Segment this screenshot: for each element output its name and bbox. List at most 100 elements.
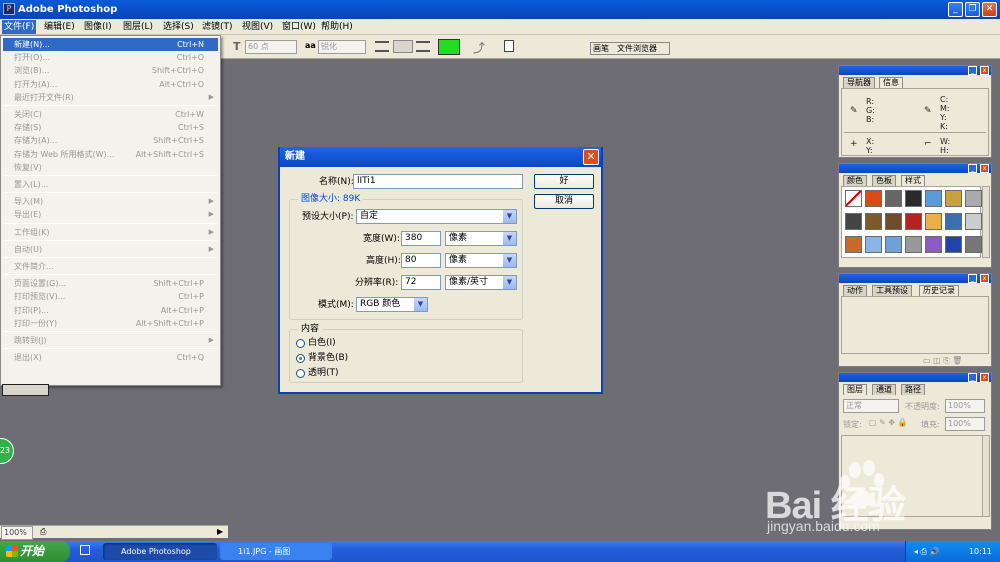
style-swatch[interactable] — [965, 236, 982, 253]
file-menu-item[interactable]: 存储为(A)... Shift+Ctrl+S — [3, 134, 218, 147]
panel-minimize-icon[interactable]: _ — [968, 66, 977, 75]
font-size-select[interactable]: 60 点 — [245, 40, 297, 54]
tab-styles[interactable]: 样式 — [901, 175, 925, 186]
ok-button[interactable]: 好 — [534, 174, 594, 189]
style-swatch[interactable] — [865, 236, 882, 253]
radio-transparent[interactable] — [296, 369, 305, 378]
file-menu-item[interactable]: 导出(E) ▶ — [3, 208, 218, 221]
zoom-field[interactable]: 100% — [1, 526, 33, 540]
dialog-close-icon[interactable]: ✕ — [583, 149, 599, 165]
text-color-swatch[interactable] — [438, 39, 460, 55]
style-swatch[interactable] — [885, 213, 902, 230]
status-arrow-icon[interactable]: ▶ — [217, 527, 223, 536]
file-menu-item[interactable]: 跳转到(J) ▶ — [3, 334, 218, 347]
align-right-icon[interactable] — [416, 41, 430, 52]
resolution-unit-select[interactable]: 像素/英寸 ▼ — [445, 275, 517, 290]
photoshop-app-icon[interactable]: P — [3, 3, 15, 15]
menu-file[interactable]: 文件(F) — [2, 20, 37, 34]
preset-select[interactable]: 自定 ▼ — [356, 209, 517, 224]
menu-image[interactable]: 图像(I) — [82, 20, 114, 34]
style-swatch[interactable] — [925, 213, 942, 230]
file-menu-item[interactable]: 最近打开文件(R) ▶ — [3, 91, 218, 104]
style-swatch[interactable] — [865, 190, 882, 207]
menu-layer[interactable]: 图层(L) — [121, 20, 155, 34]
menu-edit[interactable]: 编辑(E) — [42, 20, 77, 34]
style-swatch[interactable] — [905, 236, 922, 253]
radio-background-color[interactable] — [296, 354, 305, 363]
style-swatch[interactable] — [885, 236, 902, 253]
tab-paths[interactable]: 路径 — [901, 384, 925, 395]
styles-scrollbar[interactable] — [982, 186, 990, 258]
panel-minimize-icon[interactable]: _ — [968, 274, 977, 283]
panel-close-icon[interactable]: x — [980, 164, 989, 173]
height-unit-select[interactable]: 像素 ▼ — [445, 253, 517, 268]
panel-close-icon[interactable]: x — [980, 373, 989, 382]
mode-select[interactable]: RGB 颜色 ▼ — [356, 297, 428, 312]
style-swatch[interactable] — [845, 236, 862, 253]
style-swatch[interactable] — [925, 236, 942, 253]
file-menu-item[interactable]: 置入(L)... — [3, 178, 218, 191]
radio-white[interactable] — [296, 339, 305, 348]
style-swatch[interactable] — [865, 213, 882, 230]
taskbar-paint[interactable]: 1i1.JPG - 画图 — [220, 543, 332, 560]
tab-layers[interactable]: 图层 — [843, 384, 867, 395]
file-menu-item[interactable]: 工作组(K) ▶ — [3, 226, 218, 239]
opacity-field[interactable]: 100% — [945, 399, 985, 413]
style-swatch[interactable] — [905, 213, 922, 230]
style-swatch[interactable] — [945, 236, 962, 253]
style-swatch[interactable] — [885, 190, 902, 207]
menu-view[interactable]: 视图(V) — [240, 20, 275, 34]
file-menu-item[interactable]: 存储为 Web 所用格式(W)... Alt+Shift+Ctrl+S — [3, 148, 218, 161]
no-style-swatch[interactable] — [845, 190, 862, 207]
show-desktop-icon[interactable] — [80, 545, 90, 555]
close-button[interactable]: ✕ — [982, 2, 997, 17]
tab-navigator[interactable]: 导航器 — [843, 77, 875, 88]
document-info-icon[interactable]: ⎙ — [40, 527, 46, 537]
align-center-icon[interactable] — [393, 40, 413, 53]
file-menu-item[interactable]: 浏览(B)... Shift+Ctrl+O — [3, 64, 218, 77]
menu-filter[interactable]: 滤镜(T) — [200, 20, 235, 34]
fill-field[interactable]: 100% — [945, 417, 985, 431]
file-menu-item[interactable]: 存储(S) Ctrl+S — [3, 121, 218, 134]
restore-button[interactable]: ❐ — [965, 2, 980, 17]
style-swatch[interactable] — [905, 190, 922, 207]
minimize-button[interactable]: _ — [948, 2, 963, 17]
align-left-icon[interactable] — [375, 41, 389, 52]
file-menu-item[interactable]: 关闭(C) Ctrl+W — [3, 108, 218, 121]
taskbar-photoshop[interactable]: Adobe Photoshop — [103, 543, 217, 560]
style-swatch[interactable] — [845, 213, 862, 230]
tray-icons[interactable]: ◂ ⎙ 🔊 — [914, 541, 939, 562]
cancel-button[interactable]: 取消 — [534, 194, 594, 209]
file-menu-item[interactable]: 页面设置(G)... Shift+Ctrl+P — [3, 277, 218, 290]
history-footer-icons[interactable]: ▭ ◫ ⎘ 🗑 — [923, 356, 962, 366]
minimized-document[interactable] — [2, 384, 49, 396]
palette-tab-file-browser[interactable]: 文件浏览器 — [617, 43, 657, 55]
style-swatch[interactable] — [965, 190, 982, 207]
file-menu-item[interactable]: 退出(X) Ctrl+Q — [3, 351, 218, 364]
height-field[interactable]: 80 — [401, 253, 441, 268]
palette-tab-brushes[interactable]: 画笔 — [593, 43, 609, 55]
menu-select[interactable]: 选择(S) — [161, 20, 196, 34]
tab-actions[interactable]: 动作 — [843, 285, 867, 296]
resolution-field[interactable]: 72 — [401, 275, 441, 290]
menu-window[interactable]: 窗口(W) — [280, 20, 318, 34]
file-menu-item[interactable]: 导入(M) ▶ — [3, 195, 218, 208]
tab-history[interactable]: 历史记录 — [919, 285, 959, 296]
file-menu-item[interactable]: 打开为(A)... Alt+Ctrl+O — [3, 78, 218, 91]
panel-minimize-icon[interactable]: _ — [968, 373, 977, 382]
panel-close-icon[interactable]: x — [980, 274, 989, 283]
panel-close-icon[interactable]: x — [980, 66, 989, 75]
style-swatch[interactable] — [925, 190, 942, 207]
file-menu-item[interactable]: 文件简介... — [3, 260, 218, 273]
history-list[interactable] — [841, 296, 989, 354]
tab-color[interactable]: 颜色 — [843, 175, 867, 186]
width-unit-select[interactable]: 像素 ▼ — [445, 231, 517, 246]
panel-minimize-icon[interactable]: _ — [968, 164, 977, 173]
file-menu-item[interactable]: 新建(N)... Ctrl+N — [3, 38, 218, 51]
tab-swatches[interactable]: 色板 — [872, 175, 896, 186]
menu-help[interactable]: 帮助(H) — [319, 20, 355, 34]
style-swatch[interactable] — [945, 213, 962, 230]
file-menu-item[interactable]: 恢复(V) — [3, 161, 218, 174]
file-menu-item[interactable]: 打印一份(Y) Alt+Shift+Ctrl+P — [3, 317, 218, 330]
file-menu-item[interactable]: 打印(P)... Alt+Ctrl+P — [3, 304, 218, 317]
